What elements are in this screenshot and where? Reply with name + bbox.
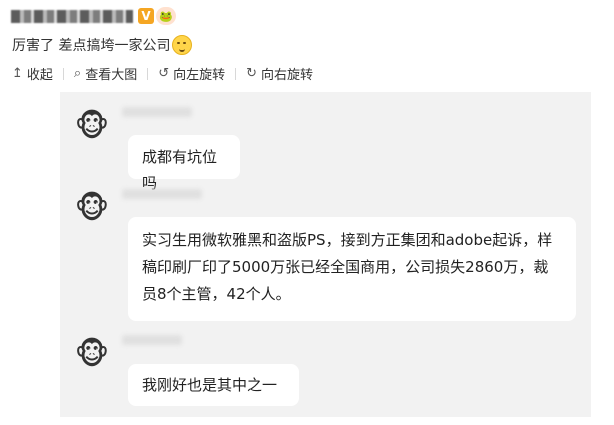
chat-message-bubble: 实习生用微软雅黑和盗版PS，接到方正集团和adobe起诉，样稿印刷厂印了5000… <box>128 217 576 321</box>
blurred-sender-name <box>122 189 202 199</box>
rotate-left-label: 向左旋转 <box>173 68 226 83</box>
view-large-button[interactable]: ⌕ 查看大图 <box>74 64 137 83</box>
collapse-button[interactable]: ↥ 收起 <box>12 64 53 83</box>
rotate-left-icon: ↺ <box>158 66 170 81</box>
rotate-left-button[interactable]: ↺ 向左旋转 <box>158 64 225 83</box>
monkey-avatar-icon: 🐵 <box>74 336 110 372</box>
rotate-right-label: 向右旋转 <box>261 68 314 83</box>
toolbar-divider <box>235 67 237 80</box>
chat-message-text: 成都有坑位吗 <box>142 148 218 192</box>
blurred-sender-name <box>122 335 182 345</box>
rotate-right-icon: ↻ <box>246 66 258 81</box>
collapse-icon: ↥ <box>12 66 23 81</box>
chat-message-bubble: 我刚好也是其中之一 <box>128 364 299 406</box>
monkey-avatar-icon: 🐵 <box>74 190 110 226</box>
blurred-sender-name <box>122 107 192 117</box>
rotate-right-button[interactable]: ↻ 向右旋转 <box>246 64 313 83</box>
level-badge-icon: 🐸 <box>156 7 176 25</box>
verified-v-badge: V <box>138 8 154 24</box>
view-large-label: 查看大图 <box>85 68 138 83</box>
post-text: 厉害了 差点搞垮一家公司 <box>12 38 171 54</box>
collapse-label: 收起 <box>26 68 53 83</box>
chat-message-bubble: 成都有坑位吗 <box>128 135 240 192</box>
toolbar-divider <box>147 67 149 80</box>
post-text-row: 厉害了 差点搞垮一家公司 <box>12 35 193 55</box>
chat-message-text: 实习生用微软雅黑和盗版PS，接到方正集团和adobe起诉，样稿印刷厂印了5000… <box>142 231 553 303</box>
blurred-username[interactable] <box>11 9 133 23</box>
monkey-avatar-icon: 🐵 <box>74 108 110 144</box>
chat-screenshot-image[interactable]: 🐵 成都有坑位吗 🐵 实习生用微软雅黑和盗版PS，接到方正集团和adobe起诉，… <box>60 92 591 417</box>
post-header: V 🐸 <box>11 6 176 26</box>
toolbar-divider <box>62 67 64 80</box>
sneaky-smile-emoji-icon <box>172 35 193 55</box>
chat-message-text: 我刚好也是其中之一 <box>142 376 278 394</box>
image-toolbar: ↥ 收起 ⌕ 查看大图 ↺ 向左旋转 ↻ 向右旋转 <box>12 64 313 83</box>
search-icon: ⌕ <box>73 66 82 81</box>
